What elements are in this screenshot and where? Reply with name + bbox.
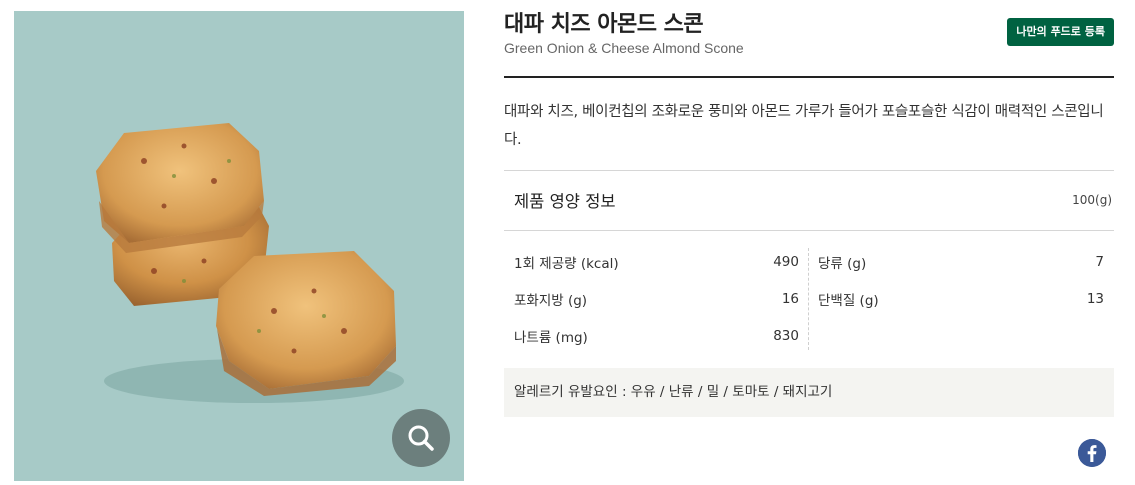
magnifier-icon xyxy=(408,425,434,451)
nutrition-label: 1회 제공량 (kcal) xyxy=(514,256,619,272)
product-description: 대파와 치즈, 베이컨칩의 조화로운 풍미와 아몬드 가루가 들어가 포슬포슬한… xyxy=(504,104,1104,148)
nutrition-value: 830 xyxy=(773,328,799,344)
nutrition-row-sugars: 당류 (g) 7 xyxy=(818,252,1104,272)
product-image xyxy=(14,11,464,481)
column-divider xyxy=(808,248,809,350)
product-name-ko: 대파 치즈 아몬드 스콘 xyxy=(504,12,704,37)
divider xyxy=(504,170,1114,171)
divider xyxy=(504,230,1114,231)
nutrition-label: 당류 (g) xyxy=(818,256,867,272)
nutrition-label: 단백질 (g) xyxy=(818,293,879,309)
allergy-info: 알레르기 유발요인 : 우유 / 난류 / 밀 / 토마토 / 돼지고기 xyxy=(504,368,1114,417)
nutrition-table: 1회 제공량 (kcal) 490 포화지방 (g) 16 나트륨 (mg) 8… xyxy=(504,244,1114,356)
nutrition-value: 13 xyxy=(1086,291,1104,307)
nutrition-row-calories: 1회 제공량 (kcal) 490 xyxy=(514,252,799,272)
nutrition-value: 490 xyxy=(773,254,799,270)
product-name-en: Green Onion & Cheese Almond Scone xyxy=(504,40,744,56)
nutrition-serving-size: 100(g) xyxy=(1072,193,1112,207)
nutrition-value: 16 xyxy=(781,291,799,307)
nutrition-label: 나트륨 (mg) xyxy=(514,330,588,346)
nutrition-label: 포화지방 (g) xyxy=(514,293,588,309)
nutrition-row-sodium: 나트륨 (mg) 830 xyxy=(514,326,799,346)
scone-illustration xyxy=(96,123,404,403)
nutrition-value: 7 xyxy=(1095,254,1104,270)
nutrition-row-saturated-fat: 포화지방 (g) 16 xyxy=(514,289,799,309)
facebook-share-button[interactable] xyxy=(1078,439,1106,467)
nutrition-title: 제품 영양 정보 xyxy=(514,192,616,211)
facebook-icon xyxy=(1078,439,1106,467)
register-my-food-button[interactable]: 나만의 푸드로 등록 xyxy=(1007,18,1114,46)
product-info: 대파 치즈 아몬드 스콘 Green Onion & Cheese Almond… xyxy=(504,0,1114,485)
title-divider xyxy=(504,76,1114,78)
zoom-button[interactable] xyxy=(392,409,450,467)
nutrition-row-protein: 단백질 (g) 13 xyxy=(818,289,1104,309)
